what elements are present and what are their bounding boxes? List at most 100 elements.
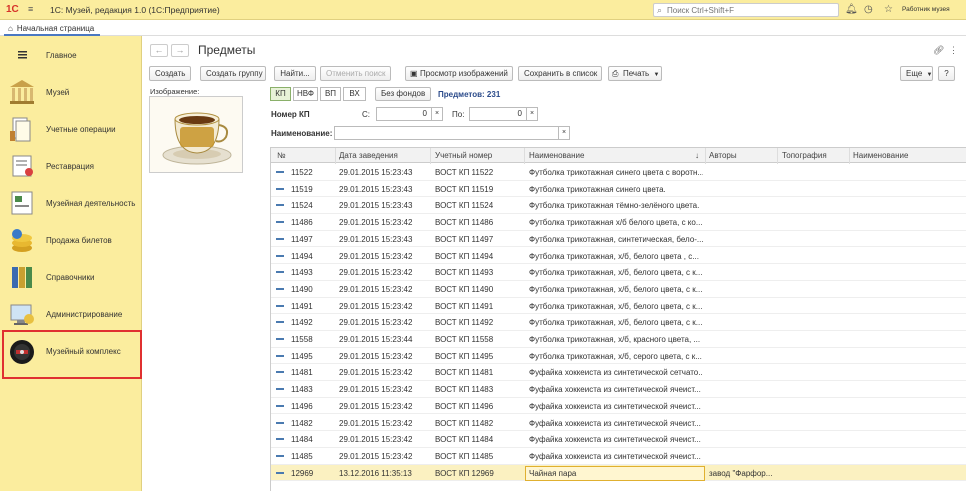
table-row[interactable]: 11483 29.01.2015 15:23:42 ВОСТ КП 11483 Фуф… (271, 381, 966, 398)
create-button[interactable]: Создать (149, 66, 191, 81)
cell-account-number: ВОСТ КП 11495 (435, 351, 494, 361)
sidebar-item-label: Учетные операции (46, 125, 116, 134)
table-row[interactable]: 11519 29.01.2015 15:23:43 ВОСТ КП 11519 Фут… (271, 181, 966, 198)
sidebar-item-accounting[interactable]: Учетные операции (0, 112, 142, 148)
more-button[interactable]: Еще ▼ (900, 66, 933, 81)
find-button[interactable]: Найти... (274, 66, 316, 81)
printer-icon: ⎙ (612, 69, 619, 78)
item-marker-icon (276, 421, 284, 424)
table-row[interactable]: 11490 29.01.2015 15:23:42 ВОСТ КП 11490 Фут… (271, 281, 966, 298)
history-icon[interactable]: ◷ (864, 4, 873, 15)
sort-icon[interactable]: ↓ (695, 151, 699, 160)
table-row[interactable]: 11482 29.01.2015 15:23:42 ВОСТ КП 11482 Фуф… (271, 415, 966, 432)
forward-button[interactable]: → (171, 44, 189, 57)
cell-date: 13.12.2016 11:35:13 (339, 468, 412, 478)
col-name-2[interactable]: Наименование (853, 151, 908, 160)
name-input[interactable] (334, 126, 559, 140)
sidebar: Главное Музей Учетные операции Реставрац… (0, 36, 142, 491)
table-row[interactable]: 11493 29.01.2015 15:23:42 ВОСТ КП 11493 Фут… (271, 264, 966, 281)
cell-date: 29.01.2015 15:23:43 (339, 184, 413, 194)
cell-number: 12969 (291, 468, 314, 478)
from-input[interactable]: 0 (376, 107, 432, 121)
table-row[interactable]: 11524 29.01.2015 15:23:43 ВОСТ КП 11524 Фут… (271, 197, 966, 215)
table-row[interactable]: 11522 29.01.2015 15:23:43 ВОСТ КП 11522 Фут… (271, 164, 966, 181)
star-icon[interactable]: ☆ (884, 4, 893, 15)
table-row[interactable]: 11491 29.01.2015 15:23:42 ВОСТ КП 11491 Фут… (271, 298, 966, 315)
sidebar-item-main[interactable]: Главное (0, 38, 142, 74)
col-topography[interactable]: Топография (782, 151, 827, 160)
filter-tab-nvf[interactable]: НВФ (293, 87, 318, 101)
col-authors[interactable]: Авторы (709, 151, 737, 160)
user-name[interactable]: Работник музея (902, 6, 950, 13)
create-group-button[interactable]: Создать группу (200, 66, 266, 81)
sidebar-item-restoration[interactable]: Реставрация (0, 149, 142, 185)
table-row[interactable]: 11486 29.01.2015 15:23:42 ВОСТ КП 11486 Фут… (271, 214, 966, 231)
sidebar-item-label: Справочники (46, 273, 95, 282)
help-button[interactable]: ? (938, 66, 955, 81)
cell-account-number: ВОСТ КП 11522 (435, 168, 494, 177)
search-icon: ⌕ (657, 5, 663, 15)
col-date[interactable]: Дата заведения (339, 151, 398, 160)
cell-date: 29.01.2015 15:23:42 (339, 268, 413, 278)
cell-number: 11484 (291, 435, 313, 445)
cell-account-number: ВОСТ КП 11486 (435, 218, 494, 228)
col-number[interactable]: № (277, 151, 286, 160)
print-label: Печать (623, 69, 650, 78)
table-row[interactable]: 11492 29.01.2015 15:23:42 ВОСТ КП 11492 Фут… (271, 314, 966, 331)
app-logo: 1С (6, 4, 19, 15)
cell-account-number: ВОСТ КП 11492 (435, 318, 494, 328)
tab-home[interactable]: ⌂ Начальная страница (4, 22, 101, 36)
search-input[interactable] (667, 4, 837, 16)
table-row[interactable]: 12969 13.12.2016 11:35:13 ВОСТ КП 12969 Чай… (271, 464, 966, 482)
menu-icon[interactable]: ≡ (28, 4, 34, 14)
cell-number: 11524 (291, 201, 313, 211)
table-row[interactable]: 11494 29.01.2015 15:23:42 ВОСТ КП 11494 Фут… (271, 248, 966, 265)
cell-number: 11491 (291, 301, 313, 311)
global-search[interactable]: ⌕ (653, 3, 839, 17)
table-row[interactable]: 11485 29.01.2015 15:23:42 ВОСТ КП 11485 Фуф… (271, 448, 966, 465)
main-panel: ← → Предметы 🔗︎ ⋮ Создать Создать группу… (143, 36, 966, 491)
col-name[interactable]: Наименование (529, 151, 584, 160)
number-label: Номер КП (271, 110, 310, 119)
table-row[interactable]: 11481 29.01.2015 15:23:42 ВОСТ КП 11481 Фуф… (271, 364, 966, 382)
table-header: № Дата заведения Учетный номер Наименова… (271, 147, 966, 164)
sidebar-item-tickets[interactable]: Продажа билетов (0, 223, 142, 259)
view-images-label: Просмотр изображений (420, 69, 508, 78)
table-row[interactable]: 11495 29.01.2015 15:23:42 ВОСТ КП 11495 Фут… (271, 348, 966, 365)
from-clear-button[interactable]: × (432, 107, 443, 121)
cell-date: 29.01.2015 15:23:43 (339, 201, 413, 211)
col-account-number[interactable]: Учетный номер (435, 151, 492, 160)
to-input[interactable]: 0 (469, 107, 527, 121)
link-icon[interactable]: 🔗︎ (933, 45, 944, 56)
to-label: По: (452, 110, 465, 119)
table-row[interactable]: 11497 29.01.2015 15:23:43 ВОСТ КП 11497 Фут… (271, 231, 966, 248)
cell-number: 11497 (291, 234, 313, 244)
print-button[interactable]: ⎙ Печать ▼ (608, 66, 662, 81)
without-funds-button[interactable]: Без фондов (375, 87, 431, 101)
table-row[interactable]: 11496 29.01.2015 15:23:42 ВОСТ КП 11496 Фуф… (271, 398, 966, 415)
item-marker-icon (276, 204, 284, 207)
to-clear-button[interactable]: × (527, 107, 538, 121)
table-row[interactable]: 11558 29.01.2015 15:23:44 ВОСТ КП 11558 Фут… (271, 331, 966, 348)
bell-icon[interactable]: 🔔︎ (845, 4, 858, 15)
filter-tab-kp[interactable]: КП (270, 87, 291, 101)
cell-name: Фуфайка хоккеиста из синтетической ячеис… (529, 401, 701, 411)
more-options-icon[interactable]: ⋮ (949, 45, 958, 56)
restoration-icon (12, 155, 33, 177)
back-button[interactable]: ← (150, 44, 168, 57)
cancel-search-button[interactable]: Отменить поиск (320, 66, 391, 81)
filter-tab-vh[interactable]: ВХ (343, 87, 366, 101)
name-clear-button[interactable]: × (559, 126, 570, 140)
table-row[interactable]: 11484 29.01.2015 15:23:42 ВОСТ КП 11484 Фуф… (271, 431, 966, 448)
item-marker-icon (276, 371, 284, 374)
view-images-button[interactable]: ▣ Просмотр изображений (405, 66, 513, 81)
cell-account-number: ВОСТ КП 11496 (435, 401, 494, 411)
teacup-image (150, 97, 242, 172)
sidebar-item-museum[interactable]: Музей (0, 75, 142, 111)
sidebar-item-admin[interactable]: Администрирование (0, 297, 142, 333)
filter-tab-vp[interactable]: ВП (320, 87, 341, 101)
sidebar-item-activity[interactable]: Музейная деятельность (0, 186, 142, 222)
sidebar-item-references[interactable]: Справочники (0, 260, 142, 296)
sidebar-item-label: Реставрация (46, 162, 94, 171)
save-to-list-button[interactable]: Сохранить в список (518, 66, 602, 81)
